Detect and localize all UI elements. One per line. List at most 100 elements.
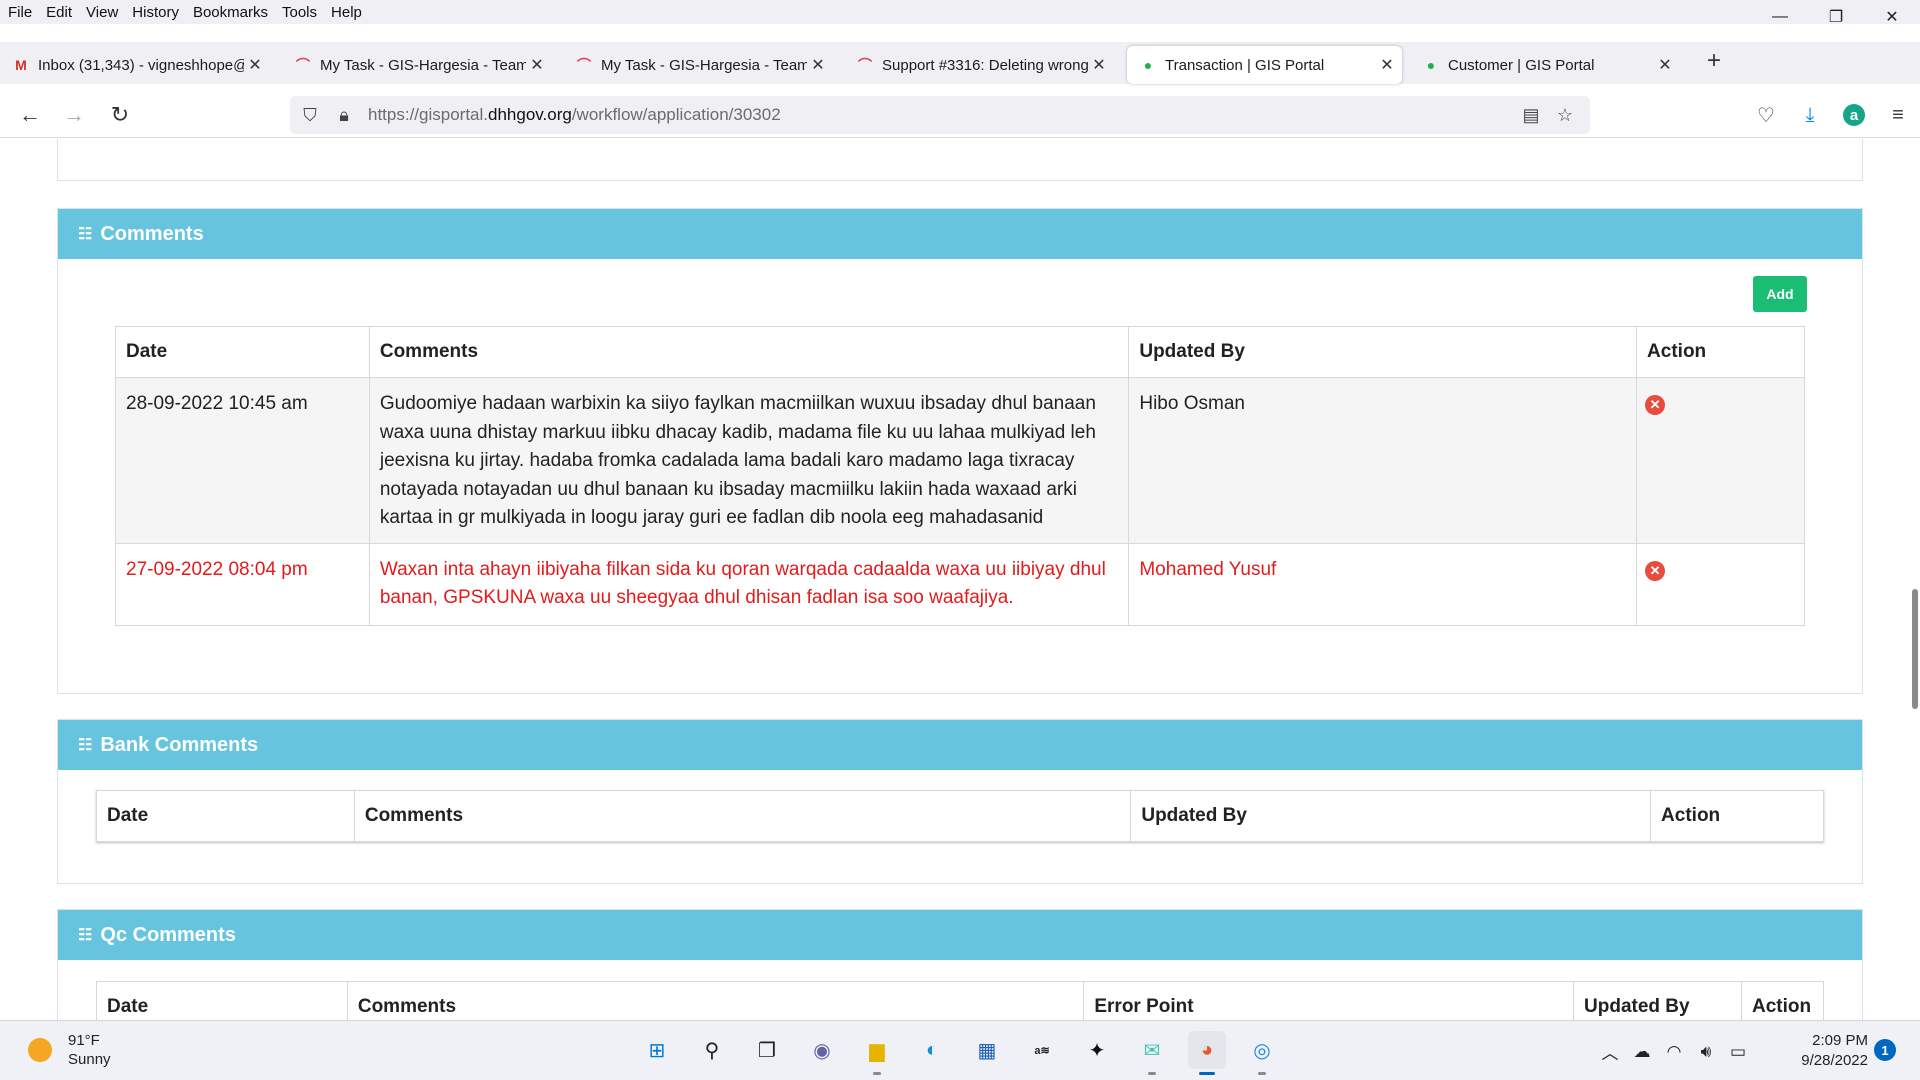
url-text[interactable]: https://gisportal.dhhgov.org/workflow/ap… [368,105,781,125]
page-content: ☷ Comments Add Date Comments Updated By … [0,139,1920,1020]
notification-badge[interactable]: 1 [1874,1039,1896,1061]
comment-action: ✕ [1636,542,1805,626]
chat-icon[interactable]: ◉ [803,1031,841,1069]
dropbox-icon[interactable]: ✦ [1078,1031,1116,1069]
reload-icon[interactable]: ↻ [104,100,136,130]
tab-customer[interactable]: ● Customer | GIS Portal ✕ [1410,46,1680,84]
reader-view-icon[interactable]: ▤ [1514,101,1548,129]
bank-comments-panel: ☷ Bank Comments Date Comments Updated By… [57,719,1863,884]
taskbar: 91°F Sunny ⊞ ⚲ ❐ ◉ ▆ ◐ ▦ a≋ ✦ ✉ ◕ ◎ ︿ ☁ … [0,1020,1920,1080]
sun-icon [28,1038,52,1062]
comment-date: 27-09-2022 08:04 pm [115,542,370,626]
column-header-date: Date [115,326,370,378]
close-tab-icon[interactable]: ✕ [244,55,266,75]
gmail-icon: M [15,57,27,73]
tab-inbox[interactable]: M Inbox (31,343) - vigneshhope@g ✕ [0,46,270,84]
address-bar[interactable]: ⛉ 🔒︎ https://gisportal.dhhgov.org/workfl… [290,96,1590,134]
tab-title: Transaction | GIS Portal [1165,56,1325,74]
close-tab-icon[interactable]: ✕ [807,55,829,75]
pocket-icon[interactable]: ♡ [1744,100,1788,130]
menu-bar: File Edit View History Bookmarks Tools H… [0,0,1920,24]
edge-icon[interactable]: ◐ [913,1031,951,1069]
weather-widget[interactable]: 91°F Sunny [28,1031,111,1069]
menu-file[interactable]: File [2,4,38,21]
restore-button[interactable]: ❐ [1808,0,1864,34]
previous-panel [57,139,1863,181]
downloads-icon[interactable]: ⤓ [1788,100,1832,130]
shield-icon[interactable]: ⛉ [296,101,324,129]
bank-comments-panel-header: ☷ Bank Comments [58,720,1862,770]
tab-my-task-1[interactable]: ⌒ My Task - GIS-Hargesia - Teams ✕ [282,46,552,84]
new-tab-button[interactable]: + [1700,46,1728,76]
qc-comments-table: Date Comments Error Point Updated By Act… [96,981,1825,1020]
menu-view[interactable]: View [80,4,124,21]
firefox-icon[interactable]: ◕ [1188,1031,1226,1075]
task-view-icon[interactable]: ❐ [748,1031,786,1069]
close-window-button[interactable]: ✕ [1864,0,1920,34]
gis-portal-icon: ● [1143,57,1153,73]
menu-history[interactable]: History [126,4,185,21]
minimize-button[interactable]: — [1752,0,1808,34]
close-tab-icon[interactable]: ✕ [1088,55,1110,75]
tab-title: Customer | GIS Portal [1448,56,1595,74]
column-header-comments: Comments [368,326,1130,378]
chevron-up-icon[interactable]: ︿ [1594,1039,1626,1064]
comment-text: Gudoomiye hadaan warbixin ka siiyo faylk… [368,377,1130,544]
close-tab-icon[interactable]: ✕ [1376,55,1398,75]
back-arrow-icon[interactable]: ← [14,100,46,130]
column-header-error-point: Error Point [1083,981,1575,1020]
gis-portal-icon: ● [1426,57,1436,73]
mail-app-icon[interactable]: ✉ [1133,1031,1171,1075]
window-controls: — ❐ ✕ [1752,0,1920,34]
close-tab-icon[interactable]: ✕ [1654,55,1676,75]
menu-bookmarks[interactable]: Bookmarks [187,4,274,21]
column-header-action: Action [1740,981,1825,1020]
comment-date: 28-09-2022 10:45 am [115,377,370,544]
bookmark-star-icon[interactable]: ☆ [1548,101,1582,129]
tab-my-task-2[interactable]: ⌒ My Task - GIS-Hargesia - Teams ✕ [563,46,833,84]
account-icon[interactable]: a [1843,104,1865,126]
wifi-icon[interactable]: ◠ [1658,1042,1690,1062]
column-header-updated-by: Updated By [1130,790,1652,842]
column-header-updated-by: Updated By [1573,981,1742,1020]
close-tab-icon[interactable]: ✕ [526,55,548,75]
tab-bar: M Inbox (31,343) - vigneshhope@g ✕ ⌒ My … [0,42,1920,84]
clock-date: 9/28/2022 [1801,1052,1868,1069]
weather-temperature: 91°F [68,1032,100,1049]
list-icon: ☷ [78,737,93,754]
tab-support[interactable]: ⌒ Support #3316: Deleting wrong ✕ [844,46,1114,84]
table-row: 27-09-2022 08:04 pm Waxan inta ahayn iib… [115,542,1805,626]
menu-edit[interactable]: Edit [40,4,78,21]
add-comment-button[interactable]: Add [1753,276,1807,312]
delete-circle-icon[interactable]: ✕ [1645,560,1666,581]
search-icon[interactable]: ⚲ [693,1031,731,1069]
hamburger-menu-icon[interactable]: ≡ [1876,100,1920,130]
amazon-icon[interactable]: a≋ [1023,1031,1061,1069]
delete-circle-icon[interactable]: ✕ [1645,395,1666,415]
column-header-action: Action [1636,326,1805,378]
lock-icon[interactable]: 🔒︎ [330,101,358,129]
battery-icon[interactable]: ▭ [1722,1042,1754,1062]
forward-arrow-icon[interactable]: → [58,100,90,130]
system-clock[interactable]: 2:09 PM 9/28/2022 [1790,1031,1868,1071]
chrome-icon[interactable]: ◎ [1243,1031,1281,1075]
column-header-date: Date [96,981,348,1020]
qc-comments-panel-header: ☷ Qc Comments [58,910,1862,960]
column-header-action: Action [1650,790,1824,842]
column-header-date: Date [96,790,355,842]
list-icon: ☷ [78,927,93,944]
onedrive-icon[interactable]: ☁ [1626,1042,1658,1062]
file-explorer-icon[interactable]: ▆ [858,1031,896,1075]
system-tray: ︿ ☁ ◠ 🔊︎ ▭ [1594,1039,1754,1064]
comment-text: Waxan inta ahayn iibiyaha filkan sida ku… [368,542,1130,626]
menu-tools[interactable]: Tools [276,4,323,21]
store-icon[interactable]: ▦ [968,1031,1006,1069]
menu-help[interactable]: Help [325,4,368,21]
page-scrollbar[interactable] [1912,589,1918,709]
volume-icon[interactable]: 🔊︎ [1690,1042,1722,1062]
windows-start-icon[interactable]: ⊞ [638,1031,676,1069]
teamwork-icon: ⌒ [296,57,310,73]
tab-transaction[interactable]: ● Transaction | GIS Portal ✕ [1127,46,1402,84]
qc-comments-panel: ☷ Qc Comments Date Comments Error Point … [57,909,1863,1020]
bank-comments-table: Date Comments Updated By Action [96,790,1824,842]
